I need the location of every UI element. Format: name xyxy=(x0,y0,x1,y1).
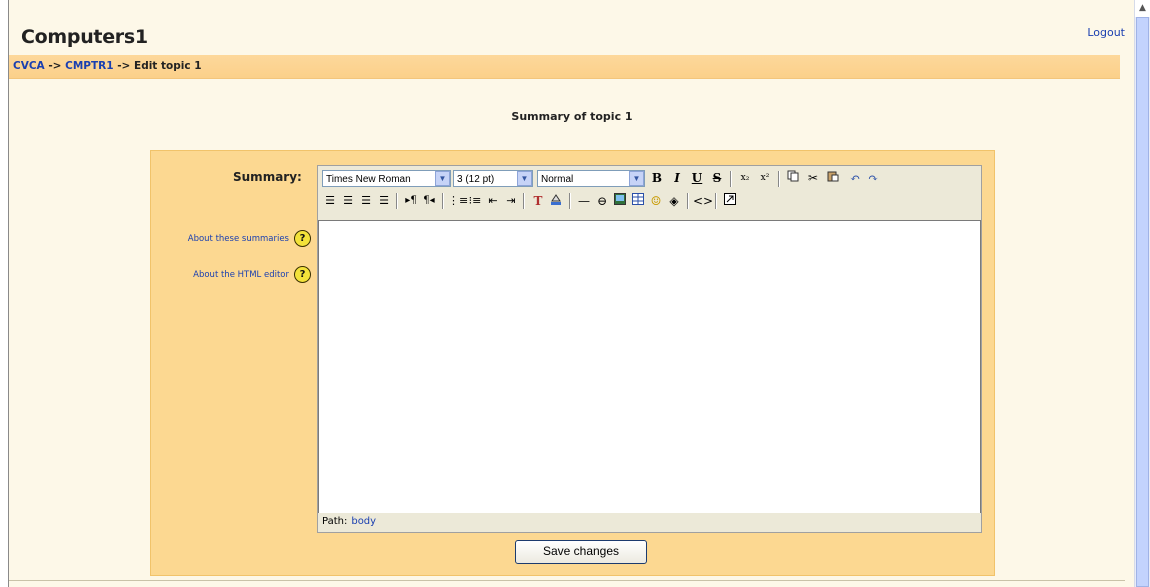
subscript-icon[interactable]: x₂ xyxy=(736,169,754,187)
format-value: Normal xyxy=(541,174,574,185)
path-label: Path: xyxy=(322,516,348,527)
breadcrumb-separator: -> xyxy=(117,60,131,72)
underline-icon[interactable]: U xyxy=(688,169,706,187)
toolbar-separator xyxy=(730,171,732,187)
chevron-down-icon[interactable]: ▼ xyxy=(517,171,532,186)
cut-icon[interactable]: ✂ xyxy=(804,169,822,187)
outdent-icon[interactable]: ⇤ xyxy=(484,192,502,210)
smiley-icon[interactable]: ☺ xyxy=(647,192,665,210)
chevron-down-icon[interactable]: ▼ xyxy=(629,171,644,186)
vertical-scrollbar[interactable]: ▲ xyxy=(1134,0,1150,587)
breadcrumb-link-cvca[interactable]: CVCA xyxy=(13,60,45,72)
breadcrumb-link-cmptr1[interactable]: CMPTR1 xyxy=(65,60,113,72)
redo-icon[interactable]: ↷ xyxy=(864,169,882,187)
rtl-icon[interactable]: ¶◂ xyxy=(420,192,438,210)
scroll-up-arrow-icon[interactable]: ▲ xyxy=(1135,0,1150,17)
help-link-label[interactable]: About these summaries xyxy=(188,234,289,244)
special-char-icon[interactable]: ◈ xyxy=(665,192,683,210)
indent-icon[interactable]: ⇥ xyxy=(502,192,520,210)
footer-divider xyxy=(9,580,1125,581)
toolbar-separator xyxy=(687,193,689,209)
font-family-select[interactable]: Times New Roman ▼ xyxy=(322,170,451,187)
summary-label: Summary: xyxy=(233,170,302,184)
toolbar-separator xyxy=(778,171,780,187)
help-icon[interactable]: ? xyxy=(294,266,311,283)
editor-content-area[interactable] xyxy=(318,220,981,514)
unordered-list-icon[interactable]: ⁝≡ xyxy=(466,192,484,210)
page-title: Computers1 xyxy=(21,26,148,48)
path-body-link[interactable]: body xyxy=(351,516,376,527)
html-editor: Times New Roman ▼ 3 (12 pt) ▼ Normal ▼ B I … xyxy=(317,165,982,533)
toolbar-separator xyxy=(523,193,525,209)
section-heading: Summary of topic 1 xyxy=(511,110,633,123)
help-link-html-editor[interactable]: About the HTML editor? xyxy=(193,266,311,283)
background-color-icon[interactable] xyxy=(547,192,565,210)
undo-icon[interactable]: ↶ xyxy=(846,169,864,187)
bold-icon[interactable]: B xyxy=(648,169,666,187)
font-size-value: 3 (12 pt) xyxy=(457,174,495,185)
paste-icon[interactable] xyxy=(824,169,842,187)
breadcrumb-separator: -> xyxy=(48,60,62,72)
html-source-icon[interactable]: <> xyxy=(693,192,713,210)
image-icon[interactable] xyxy=(611,192,629,210)
window-left-edge xyxy=(0,0,9,587)
format-select[interactable]: Normal ▼ xyxy=(537,170,645,187)
breadcrumb: CVCA -> CMPTR1 -> Edit topic 1 xyxy=(9,55,1120,79)
scrollbar-thumb[interactable] xyxy=(1136,17,1149,587)
align-left-icon[interactable]: ☰ xyxy=(321,192,339,210)
toolbar-separator xyxy=(569,193,571,209)
logout-link[interactable]: Logout xyxy=(1087,26,1125,39)
chevron-down-icon[interactable]: ▼ xyxy=(435,171,450,186)
summary-form: Summary: About these summaries? About th… xyxy=(150,150,995,576)
text-color-icon[interactable]: T xyxy=(529,192,547,210)
font-family-value: Times New Roman xyxy=(326,174,411,185)
justify-icon[interactable]: ☰ xyxy=(375,192,393,210)
horizontal-rule-icon[interactable]: — xyxy=(575,192,593,210)
superscript-icon[interactable]: x² xyxy=(756,169,774,187)
copy-icon[interactable] xyxy=(784,169,802,187)
help-link-summaries[interactable]: About these summaries? xyxy=(188,230,311,247)
align-right-icon[interactable]: ☰ xyxy=(357,192,375,210)
ordered-list-icon[interactable]: ⋮≡ xyxy=(448,192,468,210)
toolbar-separator xyxy=(396,193,398,209)
ltr-icon[interactable]: ▸¶ xyxy=(402,192,420,210)
editor-toolbar-row-1: Times New Roman ▼ 3 (12 pt) ▼ Normal ▼ B I … xyxy=(318,166,981,190)
toolbar-separator xyxy=(442,193,444,209)
breadcrumb-current: Edit topic 1 xyxy=(134,60,202,72)
strikethrough-icon[interactable]: S xyxy=(708,169,726,187)
toolbar-separator xyxy=(715,193,717,209)
help-icon[interactable]: ? xyxy=(294,230,311,247)
editor-toolbar-row-2: ☰ ☰ ☰ ☰ ▸¶ ¶◂ ⋮≡ ⁝≡ ⇤ ⇥ T — ⊖ ☺ ◈ <> xyxy=(318,190,981,212)
fullscreen-icon[interactable] xyxy=(721,192,739,210)
link-icon[interactable]: ⊖ xyxy=(593,192,611,210)
help-link-label[interactable]: About the HTML editor xyxy=(193,270,289,280)
table-icon[interactable] xyxy=(629,192,647,210)
save-changes-button[interactable]: Save changes xyxy=(515,540,647,564)
italic-icon[interactable]: I xyxy=(668,169,686,187)
font-size-select[interactable]: 3 (12 pt) ▼ xyxy=(453,170,533,187)
page: Computers1 Logout Summary of topic 1 Sum… xyxy=(9,0,1135,587)
align-center-icon[interactable]: ☰ xyxy=(339,192,357,210)
editor-status-bar: Path: body xyxy=(318,513,981,531)
